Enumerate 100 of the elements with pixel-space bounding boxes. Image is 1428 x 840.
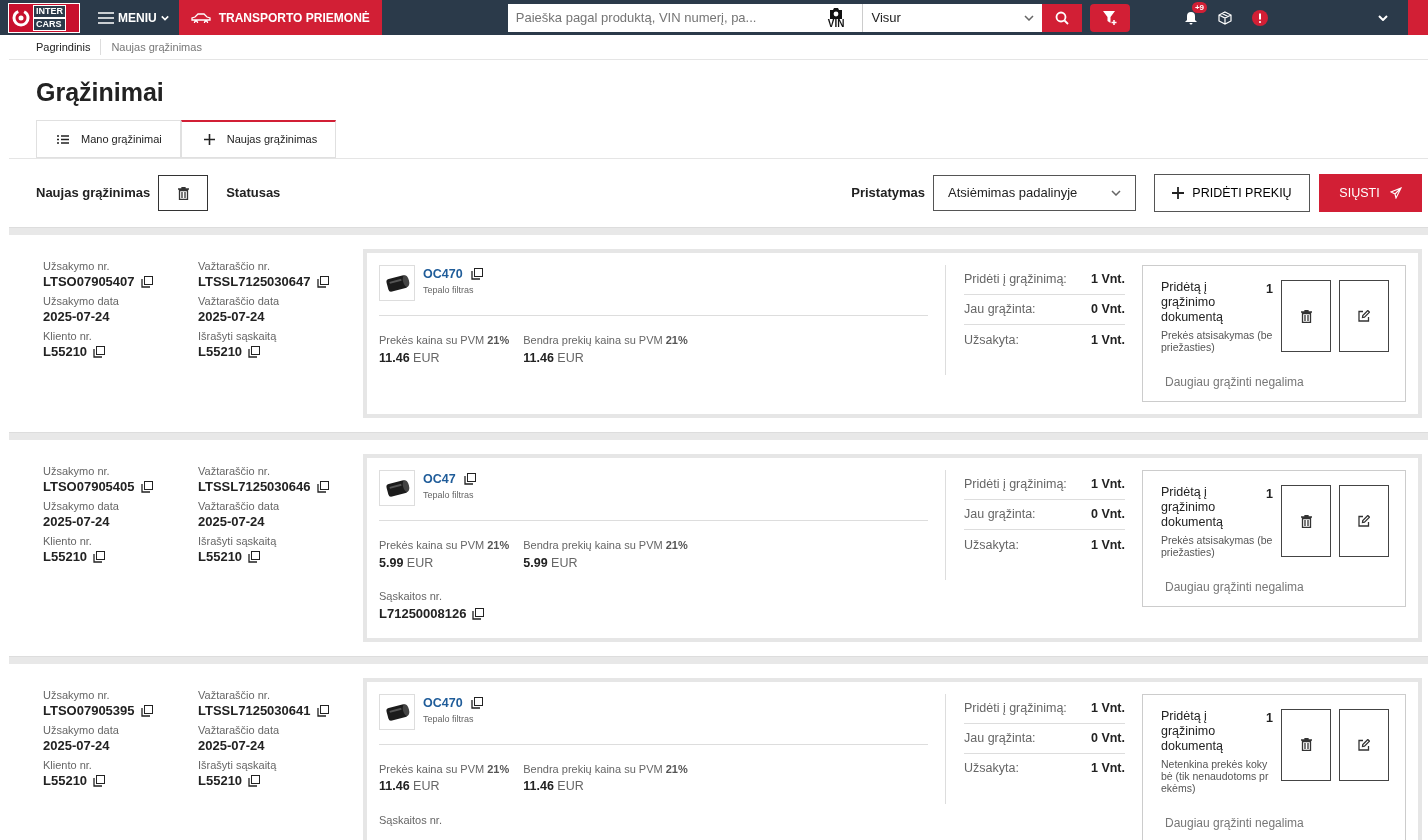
field-value: LTSO07905395 <box>43 701 135 720</box>
field-label: Važtaraščio data <box>198 722 281 737</box>
add-items-button[interactable]: PRIDĖTI PREKIŲ <box>1154 174 1310 212</box>
product-code-link[interactable]: OC47 <box>423 470 456 489</box>
copy-icon[interactable] <box>93 774 106 787</box>
field-label: Užsakymo nr. <box>43 259 111 273</box>
chevron-down-icon <box>1024 14 1035 21</box>
copy-icon[interactable] <box>93 551 106 563</box>
scope-dropdown[interactable]: Visur <box>862 3 1043 32</box>
copy-icon[interactable] <box>140 481 153 493</box>
copy-icon[interactable] <box>470 697 483 710</box>
notification-count: +9 <box>1191 1 1207 13</box>
field-label: Išrašyti sąskaitą <box>198 757 278 772</box>
invoice-label: Sąskaitos nr. <box>379 813 443 828</box>
edit-icon <box>1358 515 1370 527</box>
field-label: Išrašyti sąskaitą <box>198 329 278 343</box>
delete-button[interactable] <box>1281 485 1331 557</box>
price-label: Prekės kaina su PVM 21% <box>379 538 510 553</box>
price-value: 11.46 EUR <box>379 778 441 796</box>
copy-icon[interactable] <box>316 704 329 717</box>
search-icon <box>1055 10 1070 25</box>
price-value: 11.46 EUR <box>523 349 585 367</box>
product-code-link[interactable]: OC470 <box>423 265 463 284</box>
trash-icon <box>1300 738 1312 752</box>
plus-icon <box>203 134 215 145</box>
price-label: Prekės kaina su PVM 21% <box>379 761 510 777</box>
tab[interactable]: Mano grąžinimai <box>36 120 181 158</box>
field-value: L55210 <box>43 771 88 790</box>
breadcrumb-link[interactable]: Pagrindinis <box>36 38 101 56</box>
breadcrumb-link[interactable]: Naujas grąžinimas <box>100 38 212 56</box>
field-label: Kliento nr. <box>43 329 93 343</box>
field-label: Užsakymo data <box>43 722 120 737</box>
copy-icon[interactable] <box>472 607 485 620</box>
quantity-label: Jau grąžinta: <box>964 506 1036 524</box>
invoice-label: Sąskaitos nr. <box>379 589 443 605</box>
search-button[interactable] <box>1042 3 1083 32</box>
quantity-value: 0 Vnt. <box>1090 506 1125 524</box>
copy-icon[interactable] <box>248 551 261 563</box>
field-label: Važtaraščio data <box>198 499 281 513</box>
field-value: 2025-07-24 <box>43 513 110 531</box>
send-button[interactable]: SIŲSTI <box>1319 174 1422 212</box>
copy-icon[interactable] <box>248 774 261 787</box>
copy-icon[interactable] <box>140 276 153 288</box>
filter-button[interactable] <box>1090 3 1131 32</box>
field-value: LTSSL7125030646 <box>198 478 311 496</box>
delete-button[interactable] <box>158 175 209 211</box>
field-label: Užsakymo data <box>43 294 120 308</box>
field-value: LTSO07905407 <box>43 273 135 291</box>
chevron-down-icon[interactable] <box>1378 14 1388 21</box>
copy-icon[interactable] <box>316 276 329 288</box>
quantity-value: 1 Vnt. <box>1090 271 1125 289</box>
return-reason: Prekės atsisakymas (be priežasties) <box>1161 329 1273 353</box>
field-label: Važtaraščio nr. <box>198 259 271 273</box>
plus-icon <box>1172 187 1185 199</box>
quantity-label: Pridėti į grąžinimą: <box>964 271 1067 289</box>
field-label: Kliento nr. <box>43 757 93 772</box>
field-value: L55210 <box>198 548 243 566</box>
copy-icon[interactable] <box>248 346 261 358</box>
field-label: Važtaraščio data <box>198 294 281 308</box>
field-value: 2025-07-24 <box>198 308 265 326</box>
copy-icon[interactable] <box>470 268 483 281</box>
quantity-value: 1 Vnt. <box>1090 536 1125 554</box>
product-code-link[interactable]: OC470 <box>423 693 463 713</box>
search-field[interactable]: Paieška pagal produktą, VIN numerį, pa... <box>507 3 824 32</box>
returned-count: 1 <box>1265 709 1273 727</box>
return-note: Daugiau grąžinti negalima <box>1164 814 1305 832</box>
trash-icon <box>1300 514 1312 528</box>
price-value: 11.46 EUR <box>523 778 585 796</box>
tab[interactable]: Naujas grąžinimas <box>180 120 337 158</box>
returned-count: 1 <box>1265 281 1273 298</box>
copy-icon[interactable] <box>140 704 153 717</box>
trash-icon <box>177 186 189 200</box>
edit-button[interactable] <box>1339 280 1389 352</box>
status-label: Statusas <box>226 184 281 203</box>
edit-button[interactable] <box>1339 485 1389 557</box>
delivery-dropdown[interactable]: Atsiėmimas padalinyje <box>933 175 1136 211</box>
field-label: Išrašyti sąskaitą <box>198 534 278 548</box>
field-value: LTSSL7125030647 <box>198 273 311 291</box>
quantity-label: Užsakyta: <box>964 331 1019 349</box>
vin-camera-button[interactable]: VIN <box>827 7 845 28</box>
delete-button[interactable] <box>1281 280 1331 352</box>
quantity-value: 1 Vnt. <box>1090 331 1125 349</box>
chevron-down-icon <box>1111 190 1121 196</box>
bell-icon[interactable] <box>1184 11 1198 26</box>
edit-button[interactable] <box>1339 708 1389 781</box>
menu-button[interactable]: MENIU <box>88 0 179 35</box>
quantity-label: Jau grąžinta: <box>964 301 1036 319</box>
alert-icon[interactable] <box>1252 9 1268 26</box>
quantity-value: 1 Vnt. <box>1090 699 1125 717</box>
copy-icon[interactable] <box>93 346 106 358</box>
logo[interactable]: INTER CARS <box>8 2 80 33</box>
copy-icon[interactable] <box>463 473 476 486</box>
copy-icon[interactable] <box>316 481 329 493</box>
field-label: Užsakymo nr. <box>43 687 111 702</box>
vehicle-button[interactable]: TRANSPORTO PRIEMONĖ <box>178 0 382 35</box>
box-icon[interactable] <box>1218 10 1232 25</box>
quantity-label: Užsakyta: <box>964 536 1019 554</box>
field-value: LTSO07905405 <box>43 478 135 496</box>
return-name: Naujas grąžinimas <box>36 184 151 203</box>
delete-button[interactable] <box>1281 708 1331 781</box>
